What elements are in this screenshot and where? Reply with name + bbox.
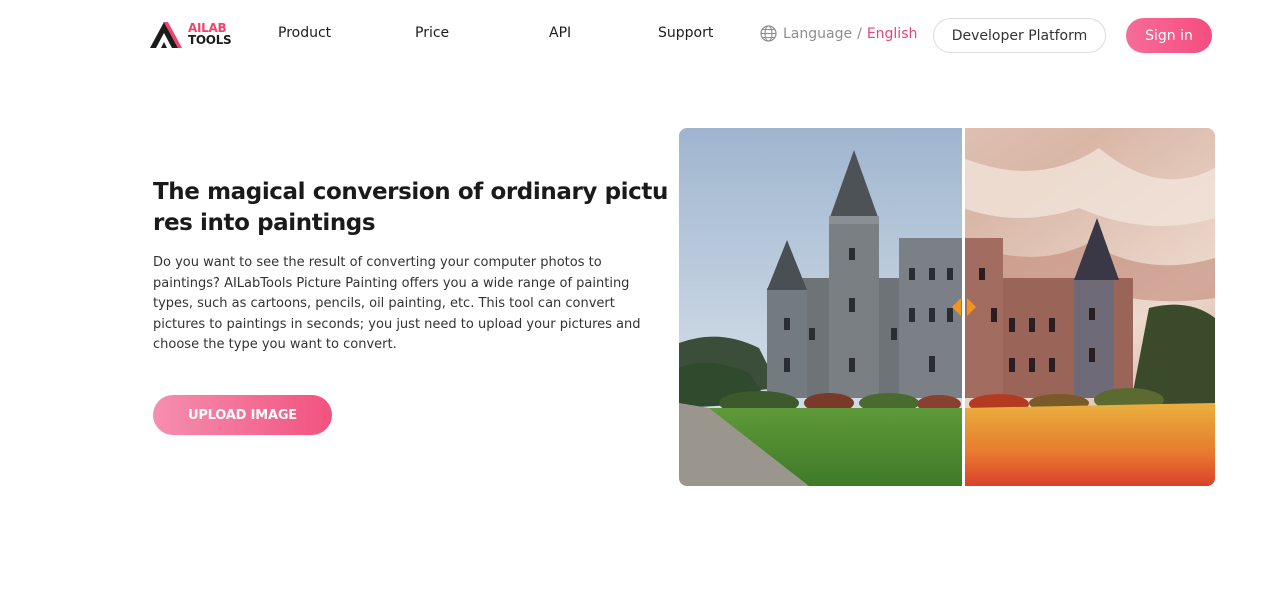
language-current[interactable]: English xyxy=(867,26,918,42)
language-label: Language xyxy=(783,25,853,42)
logo[interactable]: AILAB TOOLS xyxy=(150,18,232,50)
header: AILAB TOOLS Product Price API Support La… xyxy=(0,0,1266,70)
sign-in-button[interactable]: Sign in xyxy=(1126,18,1212,53)
compare-image xyxy=(679,128,1215,486)
logo-text: AILAB TOOLS xyxy=(188,22,232,47)
globe-icon xyxy=(760,25,777,42)
hero-description: Do you want to see the result of convert… xyxy=(153,255,641,352)
logo-line-2: TOOLS xyxy=(188,33,232,47)
developer-platform-button[interactable]: Developer Platform xyxy=(933,18,1106,53)
logo-mark-icon xyxy=(150,22,182,48)
nav-item-api[interactable]: API xyxy=(549,25,571,41)
language-selector[interactable]: Language / English xyxy=(760,25,917,42)
nav-item-price[interactable]: Price xyxy=(415,25,449,41)
hero-title: The magical conversion of ordinary pictu… xyxy=(153,179,668,236)
compare-handle-icon[interactable] xyxy=(951,295,977,319)
before-after-compare[interactable] xyxy=(679,128,1215,486)
language-separator: / xyxy=(857,25,862,42)
nav-item-product[interactable]: Product xyxy=(278,25,331,41)
upload-image-button[interactable]: UPLOAD IMAGE xyxy=(153,395,332,435)
nav-item-support[interactable]: Support xyxy=(658,25,713,41)
